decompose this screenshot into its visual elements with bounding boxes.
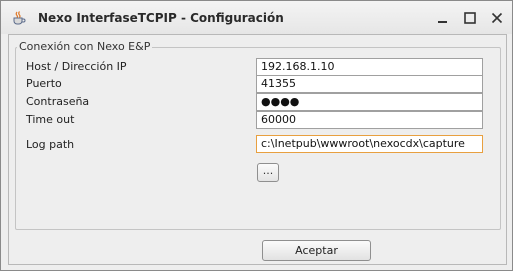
config-window: Nexo InterfaseTCPIP - Configuración Cone… [0,0,513,271]
logpath-input[interactable]: c:\Inetpub\wwwroot\nexocdx\capture [256,135,483,153]
password-label: Contraseña [26,95,90,108]
accept-button[interactable]: Aceptar [262,240,371,261]
host-label: Host / Dirección IP [26,60,127,73]
maximize-icon[interactable] [462,10,478,26]
timeout-input[interactable]: 60000 [256,111,483,129]
timeout-label: Time out [26,113,75,126]
host-input[interactable]: 192.168.1.10 [256,58,483,76]
browse-button[interactable]: ... [257,163,279,182]
minimize-icon[interactable] [435,10,451,26]
title-bar[interactable]: Nexo InterfaseTCPIP - Configuración [1,1,512,34]
dialog-content: Conexión con Nexo E&P Host / Dirección I… [8,34,507,265]
logpath-label: Log path [26,138,75,151]
group-legend: Conexión con Nexo E&P [17,40,153,53]
window-title: Nexo InterfaseTCPIP - Configuración [38,11,284,25]
port-label: Puerto [26,77,62,90]
port-input[interactable]: 41355 [256,75,483,93]
password-input[interactable]: ●●●● [256,93,483,111]
java-coffee-cup-icon [13,11,26,25]
close-icon[interactable] [489,10,505,26]
